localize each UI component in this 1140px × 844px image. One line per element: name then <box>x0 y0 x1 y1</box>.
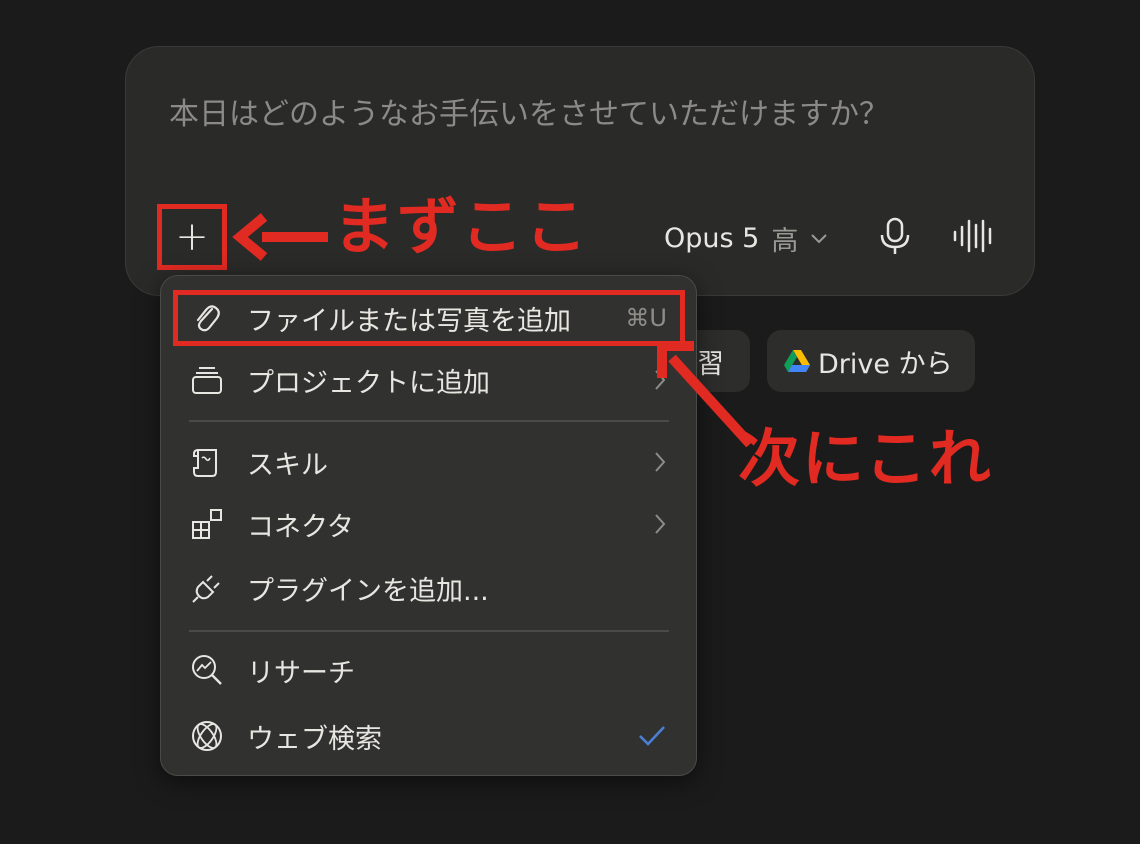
scroll-icon <box>189 444 225 480</box>
menu-item-label: スキル <box>247 449 328 481</box>
research-icon <box>189 652 225 688</box>
menu-item-label: コネクタ <box>247 511 354 543</box>
model-selector[interactable]: Opus 5 高 <box>664 219 828 258</box>
menu-item-add-to-project[interactable]: プロジェクトに追加 <box>173 352 685 408</box>
plug-icon <box>189 570 225 606</box>
chevron-right-icon <box>655 514 666 534</box>
add-attachment-button[interactable]: + <box>157 204 227 270</box>
menu-item-web-search[interactable]: ウェブ検索 <box>173 708 685 764</box>
menu-item-label: プロジェクトに追加 <box>247 367 490 399</box>
chevron-down-icon <box>811 233 828 243</box>
drive-chip-label: Drive から <box>818 348 953 380</box>
folder-stack-icon <box>189 362 225 398</box>
menu-item-add-plugin[interactable]: プラグインを追加... <box>173 560 685 616</box>
menu-item-label: リサーチ <box>247 657 355 689</box>
voice-mode-icon[interactable] <box>952 219 996 253</box>
menu-item-label: プラグインを追加... <box>247 575 489 607</box>
menu-item-label: ウェブ検索 <box>247 723 382 755</box>
model-name: Opus 5 <box>664 223 760 254</box>
globe-icon <box>189 718 225 754</box>
menu-item-research[interactable]: リサーチ <box>173 642 685 698</box>
checkmark-icon <box>639 726 665 746</box>
annotation-first-step: まずここ <box>333 190 590 263</box>
menu-item-connectors[interactable]: コネクタ <box>173 496 685 552</box>
prompt-input[interactable]: 本日はどのようなお手伝いをさせていただけますか？ <box>169 89 889 133</box>
annotation-highlight-box <box>173 290 685 346</box>
menu-divider <box>189 420 669 422</box>
drive-chip[interactable]: Drive から <box>767 330 975 392</box>
microphone-icon[interactable] <box>878 217 912 255</box>
model-effort: 高 <box>771 226 799 257</box>
chevron-right-icon <box>655 452 666 472</box>
google-drive-icon <box>784 350 810 372</box>
attachment-menu: ファイルまたは写真を追加 ⌘U プロジェクトに追加 スキル コネクタ プラグイン… <box>160 275 697 776</box>
annotation-next-step: 次にこれ <box>738 422 993 495</box>
menu-divider <box>189 630 669 632</box>
annotation-arrow-left <box>232 213 328 261</box>
menu-item-skills[interactable]: スキル <box>173 434 685 490</box>
blocks-icon <box>189 506 225 542</box>
plus-icon: + <box>175 214 209 260</box>
